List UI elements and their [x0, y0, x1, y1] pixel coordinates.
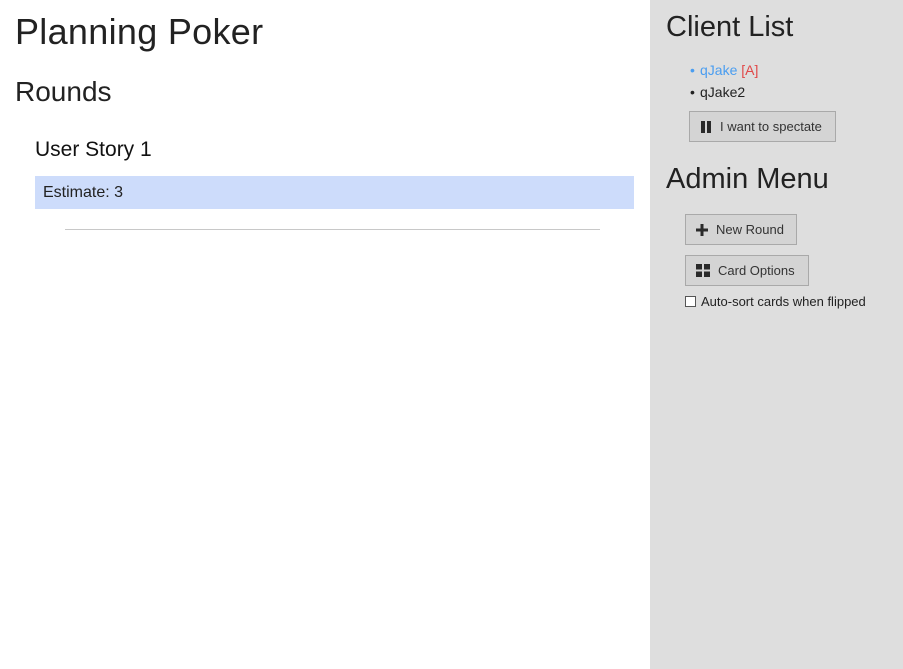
client-list-item: • qJake [A]	[690, 59, 758, 81]
round-divider	[65, 229, 600, 230]
estimate-bar: Estimate: 3	[35, 176, 634, 209]
round-title: User Story 1	[35, 138, 152, 161]
spectate-button[interactable]: I want to spectate	[689, 111, 836, 142]
bullet: •	[690, 62, 695, 78]
auto-sort-option: Auto-sort cards when flipped	[685, 294, 866, 309]
rounds-heading: Rounds	[15, 76, 112, 107]
page-title: Planning Poker	[15, 11, 264, 52]
card-options-button[interactable]: Card Options	[685, 255, 809, 286]
new-round-button[interactable]: New Round	[685, 214, 797, 245]
auto-sort-checkbox[interactable]	[685, 296, 696, 307]
app-root: Planning Poker Rounds User Story 1 Estim…	[0, 0, 903, 669]
client-list: • qJake [A] • qJake2	[690, 59, 758, 103]
plus-icon	[696, 223, 708, 236]
new-round-button-label: New Round	[716, 222, 784, 237]
admin-menu-heading: Admin Menu	[666, 163, 829, 195]
bullet: •	[690, 84, 695, 100]
admin-tag: [A]	[741, 62, 759, 78]
pause-icon	[700, 120, 712, 133]
main-panel: Planning Poker Rounds User Story 1 Estim…	[0, 0, 650, 669]
client-name: qJake	[700, 62, 738, 78]
auto-sort-label[interactable]: Auto-sort cards when flipped	[701, 294, 866, 309]
spectate-button-label: I want to spectate	[720, 119, 822, 134]
client-list-item: • qJake2	[690, 81, 758, 103]
card-options-button-label: Card Options	[718, 263, 795, 278]
client-name: qJake2	[700, 84, 746, 100]
client-list-heading: Client List	[666, 11, 794, 43]
grid-icon	[696, 264, 710, 277]
sidebar: Client List • qJake [A] • qJake2 I want to…	[650, 0, 903, 669]
